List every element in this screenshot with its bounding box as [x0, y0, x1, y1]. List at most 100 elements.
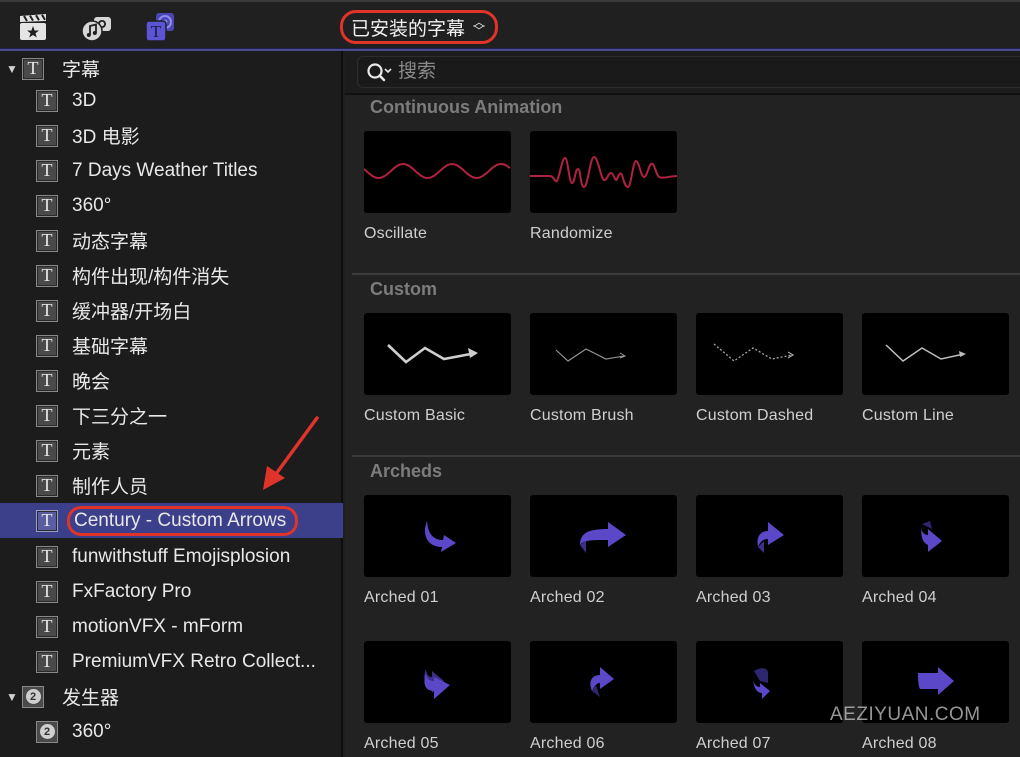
title-T-icon: T — [36, 650, 58, 673]
sidebar-group-generators[interactable]: ▼ 2 发生器 — [0, 679, 343, 714]
effect-tile[interactable]: Arched 05 — [364, 641, 511, 753]
sidebar-item-label: 7 Days Weather Titles — [72, 159, 258, 181]
title-T-icon: T — [36, 334, 58, 357]
tile-label: Custom Brush — [530, 407, 634, 424]
effect-tile[interactable]: Arched 04 — [862, 495, 1009, 607]
tile-label: Arched 02 — [530, 589, 605, 606]
thumbnail-zigzag-arrow-dashed — [696, 313, 843, 395]
disclosure-triangle-icon[interactable]: ▼ — [6, 62, 20, 76]
title-T-icon: T — [36, 369, 58, 392]
sidebar-item[interactable]: T 元素 — [0, 433, 343, 468]
up-down-chevron-icon: ︿ ﹀ — [473, 15, 486, 38]
sidebar-item-label: 基础字幕 — [72, 337, 149, 358]
clapperboard-star-icon[interactable] — [16, 11, 50, 43]
library-selector-label: 已安装的字幕 — [351, 18, 466, 40]
sidebar-item-label: Century - Custom Arrows — [67, 505, 299, 536]
effect-tile[interactable]: Custom Basic — [364, 313, 511, 425]
title-T-icon: T — [36, 194, 58, 217]
sidebar: ▼ T 字幕 T 3D T 3D 电影 T 7 Days Weather Titles… — [0, 51, 343, 757]
thumbnail-arched-arrow — [364, 495, 511, 577]
effect-tile[interactable]: Custom Line — [862, 313, 1009, 425]
search-field[interactable] — [357, 56, 1020, 88]
svg-text:T: T — [151, 22, 162, 41]
search-bar — [345, 51, 1020, 95]
sidebar-item-label: funwithstuff Emojisplosion — [72, 545, 291, 567]
effect-tile[interactable]: Arched 01 — [364, 495, 511, 607]
sidebar-item[interactable]: T 3D 电影 — [0, 118, 343, 153]
thumbnail-sine-wave — [364, 131, 511, 213]
effect-tile[interactable]: Arched 06 — [530, 641, 677, 753]
effect-tile[interactable]: Randomize — [530, 131, 677, 243]
effect-tile[interactable]: Custom Brush — [530, 313, 677, 425]
sidebar-item[interactable]: T 晚会 — [0, 363, 343, 398]
disclosure-triangle-icon[interactable]: ▼ — [6, 690, 20, 704]
titles-generators-icon[interactable]: T — [143, 11, 177, 43]
title-T-icon: T — [36, 580, 58, 603]
sidebar-item[interactable]: 2 360° — [0, 714, 343, 749]
tile-label: Arched 06 — [530, 735, 605, 752]
sidebar-item-label: 3D — [72, 89, 97, 111]
title-T-icon: T — [36, 159, 58, 182]
tile-label: Arched 01 — [364, 589, 439, 606]
search-input[interactable] — [398, 61, 898, 83]
section-title: Custom — [370, 279, 437, 299]
sidebar-item-label: PremiumVFX Retro Collect... — [72, 650, 316, 672]
sidebar-item[interactable]: Tfunwithstuff Emojisplosion — [0, 539, 343, 574]
effect-tile[interactable]: Arched 02 — [530, 495, 677, 607]
tile-label: Arched 05 — [364, 735, 439, 752]
thumbnail-arched-arrow — [530, 495, 677, 577]
tile-label: Custom Dashed — [696, 407, 814, 424]
title-T-icon: T — [36, 124, 58, 147]
tile-label: Arched 03 — [696, 589, 771, 606]
sidebar-item-label: 构件出现/构件消失 — [72, 267, 230, 288]
sidebar-item[interactable]: T 构件出现/构件消失 — [0, 258, 343, 293]
thumbnail-arched-arrow — [862, 641, 1009, 723]
title-T-icon: T — [36, 229, 58, 252]
sidebar-item[interactable]: T 7 Days Weather Titles — [0, 153, 343, 188]
thumbnail-arched-arrow — [364, 641, 511, 723]
section-divider — [352, 273, 1020, 275]
effect-tile[interactable]: Arched 08 — [862, 641, 1009, 753]
generator-2-icon: 2 — [36, 720, 58, 743]
sidebar-item[interactable]: T 360° — [0, 188, 343, 223]
title-T-icon: T — [36, 545, 58, 568]
section-title: Archeds — [370, 461, 443, 481]
sidebar-item-selected[interactable]: T Century - Custom Arrows — [0, 503, 343, 538]
sidebar-item-label: FxFactory Pro — [72, 580, 192, 602]
sidebar-item[interactable]: T 下三分之一 — [0, 398, 343, 433]
title-T-icon: T — [36, 439, 58, 462]
thumbnail-arched-arrow — [696, 641, 843, 723]
library-selector[interactable]: 已安装的字幕 ︿ ﹀ — [340, 10, 499, 44]
title-T-icon: T — [36, 89, 58, 112]
title-T-icon: T — [36, 299, 58, 322]
sidebar-item-label: 360° — [72, 194, 112, 216]
sidebar-item[interactable]: T PremiumVFX Retro Collect... — [0, 644, 343, 679]
sidebar-group-titles[interactable]: ▼ T 字幕 — [0, 51, 343, 86]
thumbnail-random-wave — [530, 131, 677, 213]
effect-tile[interactable]: Arched 07 — [696, 641, 843, 753]
sidebar-item-label: 元素 — [72, 442, 111, 463]
sidebar-item[interactable]: TmotionVFX - mForm — [0, 609, 343, 644]
thumbnail-zigzag-arrow-thin — [530, 313, 677, 395]
sidebar-item-label: 制作人员 — [72, 477, 149, 498]
title-T-icon: T — [36, 474, 58, 497]
sidebar-item[interactable]: T 3D — [0, 83, 343, 118]
effect-tile[interactable]: Custom Dashed — [696, 313, 843, 425]
sidebar-item[interactable]: T 动态字幕 — [0, 223, 343, 258]
photos-music-icon[interactable] — [80, 11, 114, 43]
title-T-icon: T — [36, 404, 58, 427]
sidebar-item-label: 动态字幕 — [72, 232, 149, 253]
sidebar-item-label: motionVFX - mForm — [72, 615, 244, 637]
sidebar-item[interactable]: T 基础字幕 — [0, 328, 343, 363]
tile-label: Oscillate — [364, 225, 428, 242]
title-T-icon: T — [36, 615, 58, 638]
title-T-icon: T — [22, 57, 44, 80]
search-icon[interactable] — [366, 61, 394, 83]
tile-label: Custom Line — [862, 407, 955, 424]
tile-label: Randomize — [530, 225, 613, 242]
sidebar-item[interactable]: T 制作人员 — [0, 468, 343, 503]
sidebar-item[interactable]: T 缓冲器/开场白 — [0, 293, 343, 328]
effect-tile[interactable]: Arched 03 — [696, 495, 843, 607]
effect-tile[interactable]: Oscillate — [364, 131, 511, 243]
sidebar-item[interactable]: T FxFactory Pro — [0, 574, 343, 609]
